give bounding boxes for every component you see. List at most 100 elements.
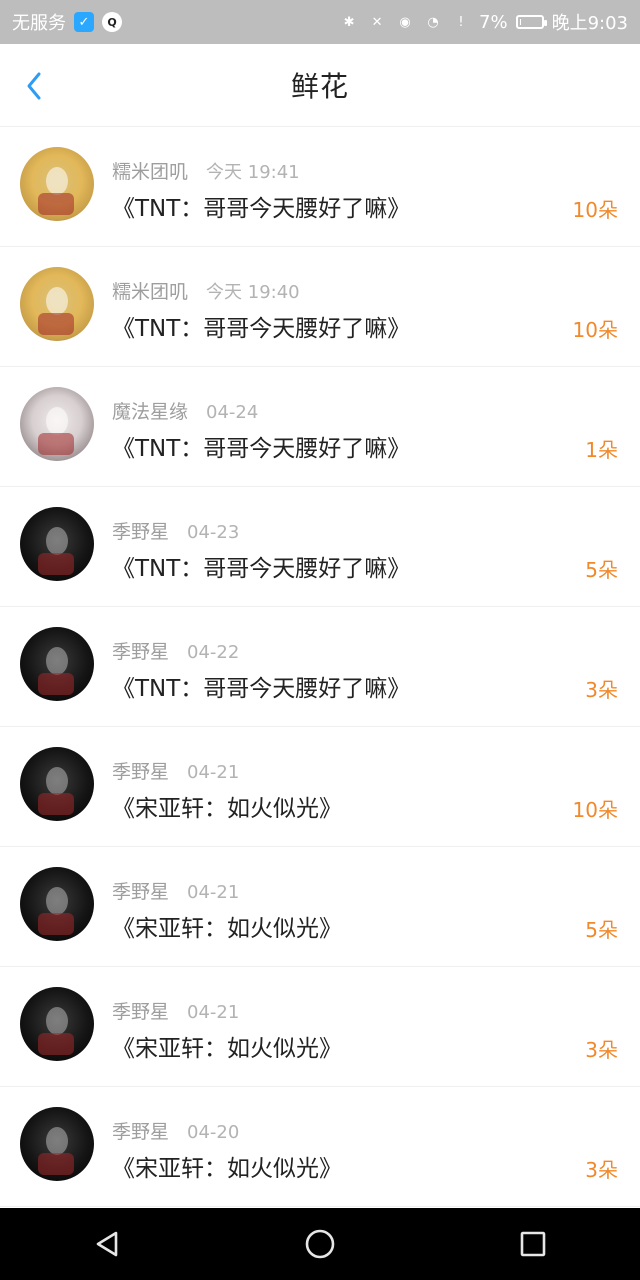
status-right: ✱ ✕ ◉ ◔ ! 7% 晚上9:03 bbox=[339, 9, 628, 35]
sender-name[interactable]: 季野星 bbox=[112, 877, 169, 904]
sender-name[interactable]: 糯米团叽 bbox=[112, 277, 188, 304]
avatar-accent-shape bbox=[38, 433, 74, 455]
item-meta: 魔法星缘 04-24 bbox=[112, 397, 258, 424]
nav-back-button[interactable] bbox=[77, 1214, 137, 1274]
alert-icon: ! bbox=[458, 14, 464, 30]
carrier-label: 无服务 bbox=[12, 13, 66, 34]
back-chevron-icon bbox=[27, 72, 41, 100]
work-title[interactable]: 《TNT：哥哥今天腰好了嘛》 bbox=[112, 429, 410, 463]
sender-name[interactable]: 季野星 bbox=[112, 1117, 169, 1144]
list-item[interactable]: 魔法星缘 04-24 《TNT：哥哥今天腰好了嘛》 1朵 bbox=[0, 367, 640, 487]
sender-name[interactable]: 季野星 bbox=[112, 757, 169, 784]
flower-count: 5朵 bbox=[585, 558, 618, 582]
avatar-face-shape bbox=[46, 407, 68, 435]
nav-home-button[interactable] bbox=[290, 1214, 350, 1274]
wifi-icon: ◔ bbox=[427, 14, 439, 30]
item-meta: 季野星 04-20 bbox=[112, 1117, 239, 1144]
eye-icon: ◉ bbox=[399, 14, 411, 30]
avatar-accent-shape bbox=[38, 313, 74, 335]
avatar[interactable] bbox=[20, 387, 94, 461]
flower-count: 5朵 bbox=[585, 918, 618, 942]
avatar-face-shape bbox=[46, 1127, 68, 1155]
work-title[interactable]: 《TNT：哥哥今天腰好了嘛》 bbox=[112, 549, 410, 583]
avatar-accent-shape bbox=[38, 1033, 74, 1055]
list-item[interactable]: 季野星 04-20 《宋亚轩：如火似光》 3朵 bbox=[0, 1087, 640, 1207]
item-meta: 季野星 04-22 bbox=[112, 637, 239, 664]
avatar-accent-shape bbox=[38, 913, 74, 935]
item-meta: 季野星 04-21 bbox=[112, 997, 239, 1024]
avatar-accent-shape bbox=[38, 1153, 74, 1175]
item-meta: 糯米团叽 今天 19:41 bbox=[112, 157, 300, 184]
timestamp: 04-23 bbox=[187, 522, 240, 543]
avatar-face-shape bbox=[46, 887, 68, 915]
triangle-back-icon bbox=[96, 1231, 117, 1257]
work-title[interactable]: 《宋亚轩：如火似光》 bbox=[112, 1029, 342, 1063]
list-item[interactable]: 季野星 04-23 《TNT：哥哥今天腰好了嘛》 5朵 bbox=[0, 487, 640, 607]
battery-percent: 7% bbox=[479, 11, 508, 33]
system-nav-bar bbox=[0, 1208, 640, 1280]
avatar-accent-shape bbox=[38, 673, 74, 695]
timestamp: 今天 19:40 bbox=[206, 282, 300, 303]
work-title[interactable]: 《宋亚轩：如火似光》 bbox=[112, 909, 342, 943]
avatar[interactable] bbox=[20, 987, 94, 1061]
item-meta: 季野星 04-21 bbox=[112, 877, 239, 904]
back-button[interactable] bbox=[18, 70, 50, 102]
shield-icon: ✓ bbox=[74, 12, 94, 32]
avatar[interactable] bbox=[20, 147, 94, 221]
avatar-accent-shape bbox=[38, 793, 74, 815]
list-item[interactable]: 糯米团叽 今天 19:41 《TNT：哥哥今天腰好了嘛》 10朵 bbox=[0, 127, 640, 247]
battery-fill bbox=[519, 19, 521, 25]
sender-name[interactable]: 糯米团叽 bbox=[112, 157, 188, 184]
avatar-accent-shape bbox=[38, 553, 74, 575]
flower-list: 糯米团叽 今天 19:41 《TNT：哥哥今天腰好了嘛》 10朵 糯米团叽 今天 19:4… bbox=[0, 127, 640, 1207]
battery-icon bbox=[515, 15, 547, 29]
flower-count: 3朵 bbox=[585, 1158, 618, 1182]
list-item[interactable]: 季野星 04-21 《宋亚轩：如火似光》 10朵 bbox=[0, 727, 640, 847]
avatar-face-shape bbox=[46, 287, 68, 315]
avatar[interactable] bbox=[20, 507, 94, 581]
flower-count: 1朵 bbox=[585, 438, 618, 462]
status-time: 晚上9:03 bbox=[551, 13, 628, 34]
timestamp: 04-22 bbox=[187, 642, 240, 663]
avatar-face-shape bbox=[46, 767, 68, 795]
avatar[interactable] bbox=[20, 627, 94, 701]
sender-name[interactable]: 魔法星缘 bbox=[112, 397, 188, 424]
status-bar: 无服务 ✓ Q ✱ ✕ ◉ ◔ ! 7% 晚上9:03 bbox=[0, 0, 640, 44]
circle-home-icon bbox=[305, 1229, 335, 1259]
sender-name[interactable]: 季野星 bbox=[112, 637, 169, 664]
item-meta: 季野星 04-21 bbox=[112, 757, 239, 784]
timestamp: 04-21 bbox=[187, 762, 240, 783]
item-meta: 糯米团叽 今天 19:40 bbox=[112, 277, 300, 304]
page-title: 鲜花 bbox=[290, 70, 349, 103]
work-title[interactable]: 《宋亚轩：如火似光》 bbox=[112, 1149, 342, 1183]
avatar[interactable] bbox=[20, 1107, 94, 1181]
avatar-accent-shape bbox=[38, 193, 74, 215]
timestamp: 04-21 bbox=[187, 1002, 240, 1023]
avatar[interactable] bbox=[20, 867, 94, 941]
work-title[interactable]: 《TNT：哥哥今天腰好了嘛》 bbox=[112, 309, 410, 343]
work-title[interactable]: 《宋亚轩：如火似光》 bbox=[112, 789, 342, 823]
timestamp: 今天 19:41 bbox=[206, 162, 300, 183]
list-item[interactable]: 季野星 04-21 《宋亚轩：如火似光》 3朵 bbox=[0, 967, 640, 1087]
timestamp: 04-21 bbox=[187, 882, 240, 903]
timestamp: 04-24 bbox=[206, 402, 259, 423]
list-item[interactable]: 糯米团叽 今天 19:40 《TNT：哥哥今天腰好了嘛》 10朵 bbox=[0, 247, 640, 367]
avatar-face-shape bbox=[46, 167, 68, 195]
list-item[interactable]: 季野星 04-21 《宋亚轩：如火似光》 5朵 bbox=[0, 847, 640, 967]
item-meta: 季野星 04-23 bbox=[112, 517, 239, 544]
avatar[interactable] bbox=[20, 747, 94, 821]
flower-count: 10朵 bbox=[572, 798, 618, 822]
nav-recents-button[interactable] bbox=[503, 1214, 563, 1274]
sender-name[interactable]: 季野星 bbox=[112, 997, 169, 1024]
flower-count: 3朵 bbox=[585, 678, 618, 702]
sender-name[interactable]: 季野星 bbox=[112, 517, 169, 544]
list-item[interactable]: 季野星 04-22 《TNT：哥哥今天腰好了嘛》 3朵 bbox=[0, 607, 640, 727]
qq-icon: Q bbox=[102, 12, 122, 32]
work-title[interactable]: 《TNT：哥哥今天腰好了嘛》 bbox=[112, 189, 410, 223]
flower-count: 3朵 bbox=[585, 1038, 618, 1062]
work-title[interactable]: 《TNT：哥哥今天腰好了嘛》 bbox=[112, 669, 410, 703]
avatar[interactable] bbox=[20, 267, 94, 341]
avatar-face-shape bbox=[46, 1007, 68, 1035]
timestamp: 04-20 bbox=[187, 1122, 240, 1143]
flower-count: 10朵 bbox=[572, 198, 618, 222]
